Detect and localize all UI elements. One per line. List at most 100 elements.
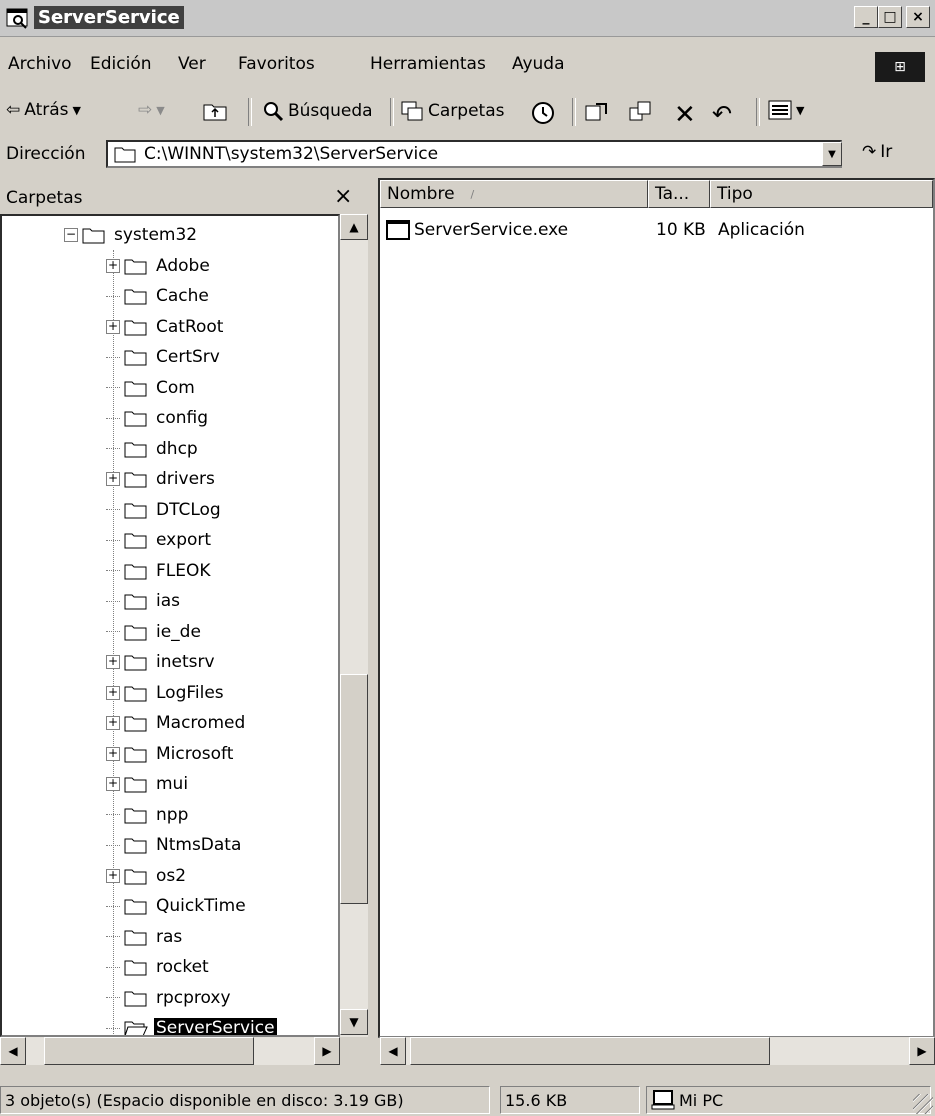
menu-archivo[interactable]: Archivo bbox=[8, 54, 72, 74]
scroll-thumb[interactable] bbox=[340, 674, 368, 904]
folders-pane: Carpetas × − system32 + Adobe Cache + CatRoot C… bbox=[0, 180, 368, 1080]
history-button[interactable] bbox=[530, 100, 556, 126]
tree-vertical-scrollbar[interactable]: ▲ ▼ bbox=[340, 214, 368, 1037]
folder-tree[interactable]: − system32 + Adobe Cache + CatRoot CertSrv Com co… bbox=[0, 214, 340, 1037]
tree-horizontal-scrollbar[interactable]: ◀ ▶ bbox=[0, 1037, 340, 1065]
tree-item[interactable]: dhcp bbox=[106, 434, 200, 464]
tree-item[interactable]: + Adobe bbox=[106, 251, 212, 281]
tree-item[interactable]: ias bbox=[106, 586, 182, 616]
tree-item[interactable]: rpcproxy bbox=[106, 983, 233, 1013]
tree-item[interactable]: + os2 bbox=[106, 861, 188, 891]
tree-item[interactable]: ras bbox=[106, 922, 184, 952]
tree-item[interactable]: + Microsoft bbox=[106, 739, 235, 769]
explorer-window: ServerService _ □ × Archivo Edición Ver … bbox=[0, 0, 935, 1116]
scroll-thumb[interactable] bbox=[410, 1037, 770, 1065]
go-button[interactable]: ↷ Ir bbox=[862, 142, 892, 162]
file-list-pane[interactable]: Nombre / Ta... Tipo ServerService.exe 10… bbox=[378, 178, 935, 1038]
tree-item[interactable]: CertSrv bbox=[106, 342, 222, 372]
close-button[interactable]: × bbox=[906, 6, 930, 28]
tree-item[interactable]: + CatRoot bbox=[106, 312, 225, 342]
tree-item[interactable]: NtmsData bbox=[106, 830, 243, 860]
delete-button[interactable]: ✕ bbox=[674, 100, 696, 130]
folder-icon bbox=[124, 653, 148, 671]
expand-icon[interactable]: + bbox=[106, 258, 120, 273]
tree-connector bbox=[106, 905, 120, 907]
menu-edicion[interactable]: Edición bbox=[90, 54, 152, 74]
tree-item[interactable]: Com bbox=[106, 373, 197, 403]
folder-icon bbox=[124, 348, 148, 366]
tree-connector bbox=[106, 844, 120, 846]
tree-item[interactable]: DTCLog bbox=[106, 495, 223, 525]
menu-ver[interactable]: Ver bbox=[178, 54, 206, 74]
scroll-thumb[interactable] bbox=[44, 1037, 254, 1065]
file-list-horizontal-scrollbar[interactable]: ◀ ▶ bbox=[380, 1037, 935, 1065]
expand-icon[interactable]: + bbox=[106, 716, 120, 730]
arrow-left-icon: ◀ bbox=[8, 1044, 18, 1058]
address-dropdown-button[interactable]: ▼ bbox=[822, 142, 842, 166]
tree-item[interactable]: + LogFiles bbox=[106, 678, 226, 708]
tree-item[interactable]: + drivers bbox=[106, 464, 217, 494]
tree-item[interactable]: Cache bbox=[106, 281, 211, 311]
tree-item[interactable]: export bbox=[106, 525, 213, 555]
minimize-button[interactable]: _ bbox=[854, 6, 878, 28]
close-pane-icon[interactable]: × bbox=[334, 184, 352, 209]
search-button[interactable]: Búsqueda bbox=[262, 100, 373, 122]
forward-button[interactable]: ⇨ ▼ bbox=[138, 100, 165, 120]
expand-icon[interactable]: + bbox=[106, 685, 120, 700]
scroll-right-button[interactable]: ▶ bbox=[909, 1037, 935, 1065]
menu-ayuda[interactable]: Ayuda bbox=[512, 54, 565, 74]
move-to-button[interactable] bbox=[584, 100, 610, 124]
tree-item[interactable]: − system32 bbox=[64, 220, 199, 250]
expand-icon[interactable]: + bbox=[106, 655, 120, 669]
scroll-right-button[interactable]: ▶ bbox=[314, 1037, 340, 1065]
maximize-button[interactable]: □ bbox=[878, 6, 902, 28]
tree-item[interactable]: + mui bbox=[106, 769, 190, 799]
folder-icon bbox=[124, 684, 148, 702]
up-folder-button[interactable] bbox=[202, 100, 228, 122]
title-bar[interactable]: ServerService _ □ × bbox=[0, 0, 935, 37]
tree-item[interactable]: ServerService bbox=[106, 1013, 277, 1035]
tree-item[interactable]: npp bbox=[106, 800, 190, 830]
back-dropdown-icon[interactable]: ▼ bbox=[73, 104, 81, 117]
expand-icon[interactable]: + bbox=[106, 472, 120, 486]
back-button[interactable]: ⇦ Atrás ▼ bbox=[6, 100, 81, 120]
resize-grip-icon[interactable] bbox=[913, 1094, 933, 1114]
tree-item[interactable]: ie_de bbox=[106, 617, 203, 647]
folders-button[interactable]: Carpetas bbox=[400, 100, 504, 122]
file-row[interactable]: ServerService.exe 10 KB Aplicación bbox=[384, 216, 924, 244]
scroll-left-button[interactable]: ◀ bbox=[0, 1037, 26, 1065]
collapse-icon[interactable]: − bbox=[64, 228, 78, 242]
scroll-up-button[interactable]: ▲ bbox=[340, 214, 368, 240]
column-header-name[interactable]: Nombre / bbox=[380, 180, 648, 208]
expand-icon[interactable]: + bbox=[106, 777, 120, 791]
undo-button[interactable]: ↶ bbox=[712, 100, 732, 128]
scroll-left-button[interactable]: ◀ bbox=[380, 1037, 406, 1065]
tree-item[interactable]: config bbox=[106, 403, 210, 433]
column-header-type[interactable]: Tipo bbox=[710, 180, 933, 208]
tree-connector bbox=[106, 1027, 120, 1029]
tree-item-label: config bbox=[156, 408, 209, 428]
expand-icon[interactable]: + bbox=[106, 319, 120, 334]
go-arrow-icon: ↷ bbox=[862, 142, 877, 162]
tree-connector bbox=[106, 631, 120, 632]
menu-favoritos[interactable]: Favoritos bbox=[238, 54, 315, 74]
views-button[interactable]: ▼ bbox=[768, 100, 804, 120]
tree-item-label: ras bbox=[156, 926, 183, 947]
menu-herramientas[interactable]: Herramientas bbox=[370, 54, 486, 74]
views-dropdown-icon: ▼ bbox=[796, 103, 805, 117]
address-input[interactable]: C:\WINNT\system32\ServerService bbox=[106, 140, 842, 168]
expand-icon[interactable]: + bbox=[106, 746, 120, 761]
tree-item[interactable]: + inetsrv bbox=[106, 647, 217, 677]
folder-icon bbox=[124, 379, 148, 397]
tree-item[interactable]: QuickTime bbox=[106, 891, 248, 921]
tree-item[interactable]: FLEOK bbox=[106, 556, 213, 586]
forward-dropdown-icon[interactable]: ▼ bbox=[156, 104, 164, 117]
column-header-size[interactable]: Ta... bbox=[648, 180, 710, 208]
expand-icon[interactable]: + bbox=[106, 868, 120, 883]
folder-icon bbox=[124, 775, 148, 793]
tree-item[interactable]: rocket bbox=[106, 952, 211, 982]
scroll-down-button[interactable]: ▼ bbox=[340, 1009, 368, 1035]
search-label: Búsqueda bbox=[288, 101, 373, 121]
copy-to-button[interactable] bbox=[628, 100, 654, 124]
tree-item[interactable]: + Macromed bbox=[106, 708, 247, 738]
